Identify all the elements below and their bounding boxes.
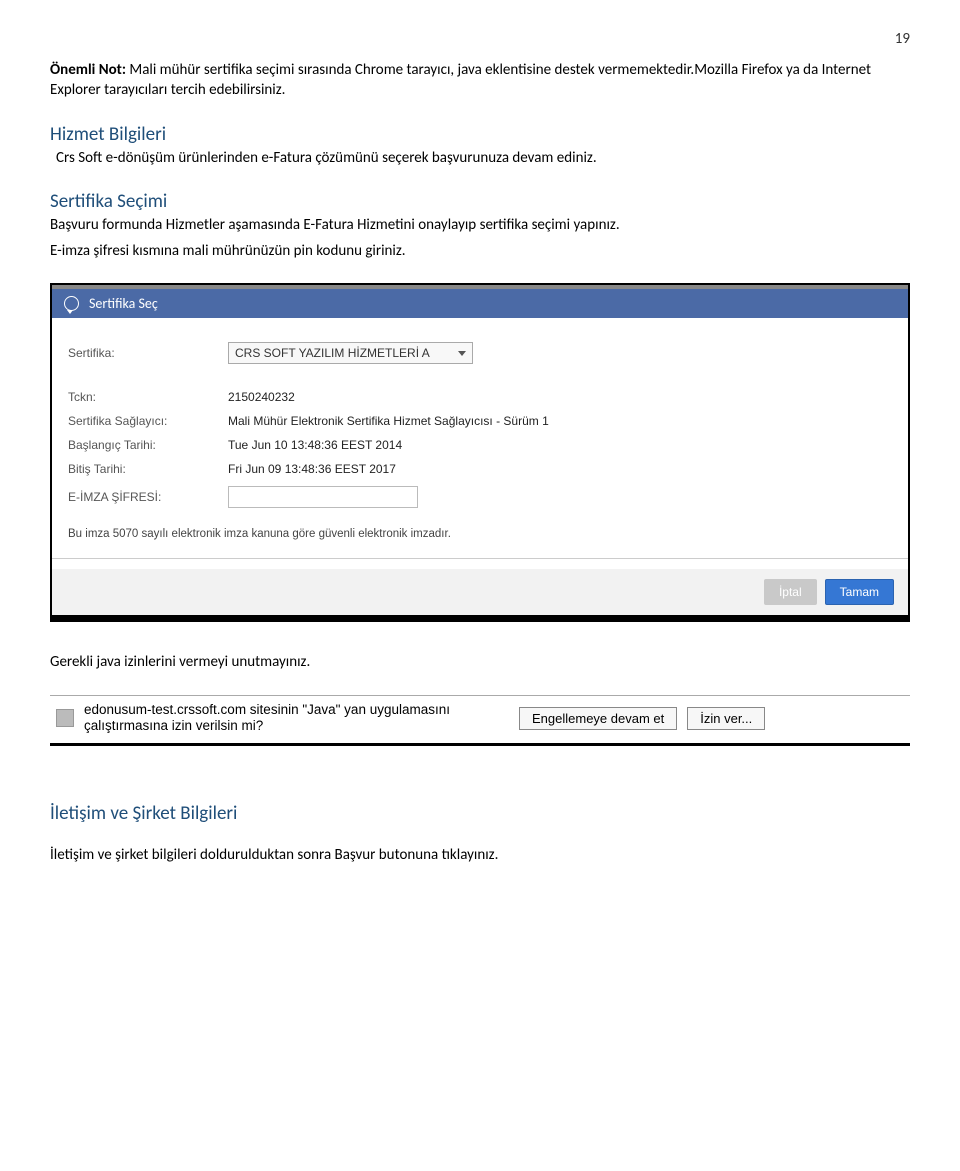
section-iletisim: İletişim ve Şirket Bilgileri — [50, 802, 910, 825]
section-hizmet-bilgileri: Hizmet Bilgileri — [50, 123, 910, 146]
sertifika-select[interactable]: CRS SOFT YAZILIM HİZMETLERİ A — [228, 342, 473, 364]
note-text: Mali mühür sertifika seçimi sırasında Ch… — [50, 61, 871, 99]
iletisim-text: İletişim ve şirket bilgileri doldurulduk… — [50, 845, 910, 865]
certificate-modal-screenshot: Sertifika Seç Sertifika: CRS SOFT YAZILI… — [50, 283, 910, 622]
sertifika-line1: Başvuru formunda Hizmetler aşamasında E-… — [50, 215, 910, 235]
modal-header: Sertifika Seç — [52, 289, 908, 318]
label-baslangic: Başlangıç Tarihi: — [68, 438, 228, 452]
eimza-password-input[interactable] — [228, 486, 418, 508]
block-button[interactable]: Engellemeye devam et — [519, 707, 677, 730]
java-prompt-text: edonusum-test.crssoft.com sitesinin "Jav… — [84, 702, 509, 736]
hizmet-bilgileri-text: Crs Soft e-dönüşüm ürünlerinden e-Fatura… — [56, 148, 910, 168]
cancel-button[interactable]: İptal — [764, 579, 817, 605]
java-permission-prompt: edonusum-test.crssoft.com sitesinin "Jav… — [50, 695, 910, 747]
speech-bubble-icon — [64, 296, 79, 311]
signature-disclaimer: Bu imza 5070 sayılı elektronik imza kanu… — [68, 528, 892, 540]
value-bitis: Fri Jun 09 13:48:36 EEST 2017 — [228, 462, 396, 476]
plugin-icon — [56, 709, 74, 727]
label-bitis: Bitiş Tarihi: — [68, 462, 228, 476]
label-tckn: Tckn: — [68, 390, 228, 404]
value-tckn: 2150240232 — [228, 390, 295, 404]
label-saglayici: Sertifika Sağlayıcı: — [68, 414, 228, 428]
value-saglayici: Mali Mühür Elektronik Sertifika Hizmet S… — [228, 414, 549, 428]
allow-button[interactable]: İzin ver... — [687, 707, 765, 730]
important-note: Önemli Not: Mali mühür sertifika seçimi … — [50, 60, 910, 101]
modal-title: Sertifika Seç — [89, 295, 158, 312]
value-baslangic: Tue Jun 10 13:48:36 EEST 2014 — [228, 438, 402, 452]
modal-body: Sertifika: CRS SOFT YAZILIM HİZMETLERİ A… — [52, 318, 908, 569]
label-eimza-sifresi: E-İMZA ŞİFRESİ: — [68, 490, 228, 504]
modal-footer: İptal Tamam — [52, 569, 908, 615]
sertifika-select-value: CRS SOFT YAZILIM HİZMETLERİ A — [235, 346, 430, 360]
sertifika-line2: E-imza şifresi kısmına mali mührünüzün p… — [50, 241, 910, 261]
page-number: 19 — [50, 30, 910, 48]
note-bold: Önemli Not: — [50, 61, 126, 79]
java-permissions-text: Gerekli java izinlerini vermeyi unutmayı… — [50, 652, 910, 672]
ok-button[interactable]: Tamam — [825, 579, 894, 605]
label-sertifika: Sertifika: — [68, 346, 228, 360]
section-sertifika-secimi: Sertifika Seçimi — [50, 190, 910, 213]
chevron-down-icon — [458, 351, 466, 356]
